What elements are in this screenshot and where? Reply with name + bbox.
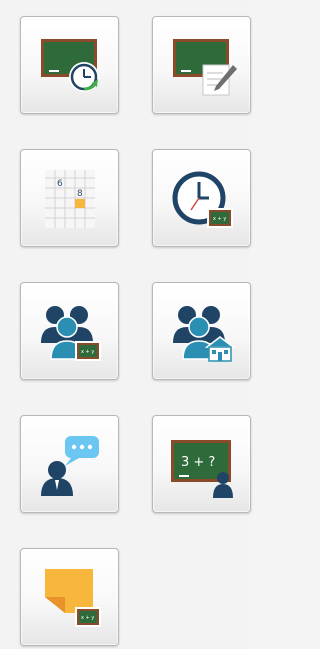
toolbar-panel: 6 8 x + y x + y 3 + ? x + y	[0, 0, 251, 649]
speaker-chat-button[interactable]	[20, 415, 119, 513]
grid-number-6: 6	[57, 179, 63, 189]
board-text: x + y	[213, 216, 226, 222]
chalkboard-edit-button[interactable]	[152, 16, 251, 114]
clock-chalkboard-button[interactable]: x + y	[152, 149, 251, 247]
board-text: x + y	[81, 349, 94, 355]
chalkboard-clock-icon	[41, 39, 99, 92]
timetable-grid-icon: 6 8	[45, 170, 95, 228]
speaker-chat-icon	[41, 436, 99, 496]
grid-number-8: 8	[77, 189, 83, 199]
group-school-button[interactable]	[152, 282, 251, 380]
chalkboard-clock-button[interactable]	[20, 16, 119, 114]
group-school-icon	[173, 306, 236, 362]
math-chalkboard-icon: 3 + ?	[171, 440, 233, 498]
board-text: x + y	[81, 615, 94, 621]
timetable-grid-button[interactable]: 6 8	[20, 149, 119, 247]
board-text: 3 + ?	[181, 455, 215, 470]
math-chalkboard-button[interactable]: 3 + ?	[152, 415, 251, 513]
sticky-note-chalkboard-icon: x + y	[45, 569, 101, 627]
group-chalkboard-icon: x + y	[41, 306, 101, 361]
sticky-note-chalkboard-button[interactable]: x + y	[20, 548, 119, 646]
group-chalkboard-button[interactable]: x + y	[20, 282, 119, 380]
clock-chalkboard-icon: x + y	[172, 171, 233, 228]
chalkboard-edit-icon	[173, 39, 237, 96]
